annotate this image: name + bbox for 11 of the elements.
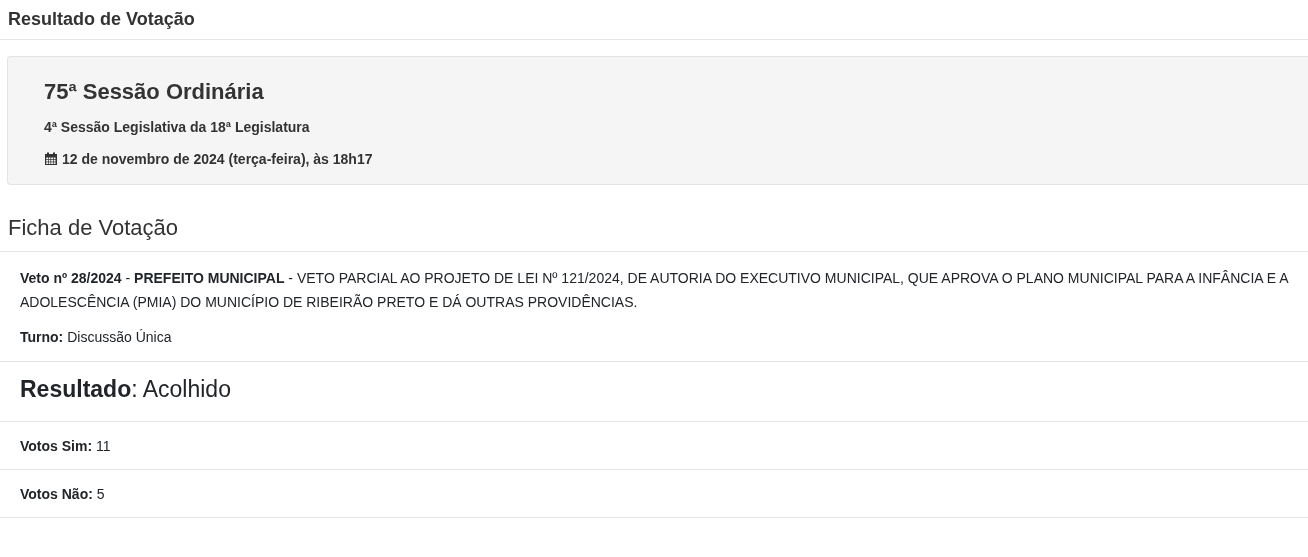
bill-description: Veto nº 28/2024 - PREFEITO MUNICIPAL - VETO PARCIAL AO PROJETO DE LEI Nº 121/2024, DE AUTORIA DO EXECUTIVO MUNICIPAL, QUE APROVA O PLANO MUNICIPAL PARA A INFÂNCIA E A ADOLESCÊNCIA (PMIA) DO MUNICÍPIO DE RIBEIRÃO PRETO E DÁ OUTRAS PROVIDÊNCIAS. xyxy=(20,269,1288,312)
page-title: Resultado de Votação xyxy=(0,0,1308,40)
session-title: 75ª Sessão Ordinária xyxy=(44,79,265,105)
vote-count: Votos Não: 5 xyxy=(20,486,105,502)
calendar-icon xyxy=(44,152,58,166)
session-subtitle: 4ª Sessão Legislativa da 18ª Legislatura xyxy=(44,119,311,135)
session-date: 12 de novembro de 2024 (terça-feira), às 18h17 xyxy=(62,151,373,167)
result-text: Resultado: Acolhido xyxy=(20,376,231,402)
turno-text: Turno: Discussão Única xyxy=(20,328,173,347)
section-title: Ficha de Votação xyxy=(0,215,1308,252)
vote-count: Votos Sim: 11 xyxy=(20,438,111,454)
